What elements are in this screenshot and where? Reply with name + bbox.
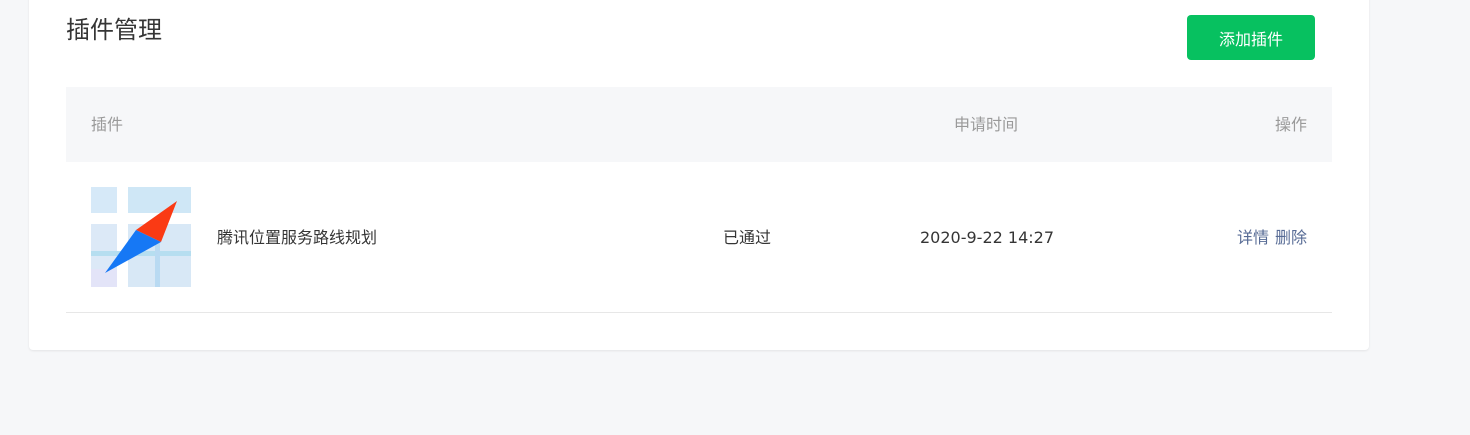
delete-link[interactable]: 删除 (1275, 228, 1307, 247)
table-header: 插件 申请时间 操作 (66, 87, 1332, 162)
plugin-status: 已通过 (723, 228, 772, 247)
details-link[interactable]: 详情 (1237, 228, 1269, 247)
page-title: 插件管理 (66, 16, 162, 44)
plugin-name: 腾讯位置服务路线规划 (217, 228, 378, 247)
plugin-management-card: 插件管理 添加插件 插件 申请时间 操作 腾讯位置服务路线规划 已通过 2020… (29, 0, 1369, 350)
add-plugin-button[interactable]: 添加插件 (1187, 15, 1315, 60)
column-header-plugin: 插件 (91, 115, 124, 134)
column-header-apply-time: 申请时间 (954, 115, 1019, 134)
row-actions: 详情 删除 (1237, 226, 1307, 250)
plugin-apply-time: 2020-9-22 14:27 (920, 228, 1054, 247)
tencent-map-route-planning-icon (91, 187, 191, 287)
table-row: 腾讯位置服务路线规划 已通过 2020-9-22 14:27 详情 删除 (66, 162, 1332, 313)
column-header-action: 操作 (1274, 115, 1307, 134)
